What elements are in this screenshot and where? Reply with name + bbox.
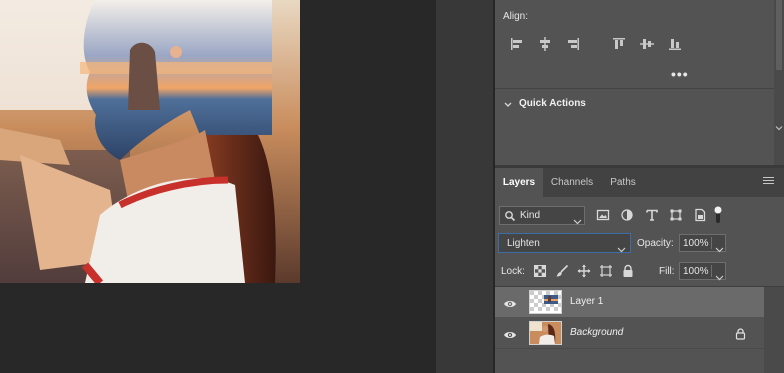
filter-toggle-switch[interactable] bbox=[714, 206, 722, 223]
shape-filter-icon[interactable] bbox=[669, 208, 683, 222]
filter-kind-value: Kind bbox=[520, 210, 541, 221]
align-top-edges-icon[interactable] bbox=[611, 36, 627, 52]
tab-layers[interactable]: Layers bbox=[495, 168, 543, 197]
blend-mode-dropdown[interactable]: Lighten bbox=[498, 233, 631, 253]
lock-icon[interactable] bbox=[735, 327, 746, 345]
opacity-value[interactable]: 100% bbox=[683, 238, 709, 249]
adjustment-filter-icon[interactable] bbox=[620, 208, 634, 222]
opacity-label[interactable]: Opacity: bbox=[637, 238, 674, 249]
fill-value[interactable]: 100% bbox=[683, 266, 709, 277]
lock-position-icon[interactable] bbox=[577, 264, 591, 278]
prevent-auto-nesting-icon[interactable] bbox=[599, 264, 613, 278]
right-panel: Align: ••• Quick Actions Layers Channels… bbox=[495, 0, 784, 373]
align-label: Align: bbox=[503, 11, 529, 22]
lock-label: Lock: bbox=[501, 266, 525, 277]
layer-row-divider bbox=[495, 348, 764, 349]
fill-label[interactable]: Fill: bbox=[659, 266, 675, 277]
more-options-button[interactable]: ••• bbox=[671, 66, 689, 82]
layer-row-background[interactable]: Background bbox=[495, 318, 764, 348]
smart-object-filter-icon[interactable] bbox=[693, 208, 707, 222]
chevron-down-icon[interactable] bbox=[715, 268, 724, 286]
pixel-filter-icon[interactable] bbox=[596, 208, 610, 222]
search-icon bbox=[504, 209, 516, 227]
type-filter-icon[interactable] bbox=[645, 208, 659, 222]
lock-transparent-pixels-icon[interactable] bbox=[533, 264, 547, 278]
layer-thumbnail[interactable] bbox=[529, 321, 562, 345]
eye-icon[interactable] bbox=[503, 296, 517, 314]
properties-scrollbar[interactable] bbox=[774, 0, 784, 165]
canvas-area[interactable] bbox=[0, 0, 436, 373]
double-exposure-photo bbox=[0, 0, 300, 283]
align-left-edges-icon[interactable] bbox=[509, 36, 525, 52]
section-divider bbox=[495, 88, 774, 89]
chevron-down-icon bbox=[617, 240, 626, 258]
tab-channels[interactable]: Channels bbox=[543, 168, 601, 197]
chevron-down-icon bbox=[573, 212, 582, 230]
layers-scrollbar[interactable] bbox=[764, 287, 784, 373]
properties-panel: Align: ••• Quick Actions bbox=[495, 0, 774, 165]
lock-all-icon[interactable] bbox=[621, 264, 635, 278]
scrollbar-thumb[interactable] bbox=[776, 0, 782, 70]
chevron-down-icon[interactable] bbox=[715, 240, 724, 258]
eye-icon[interactable] bbox=[503, 327, 517, 345]
quick-actions-header[interactable]: Quick Actions bbox=[519, 98, 586, 109]
align-vertical-centers-icon[interactable] bbox=[639, 36, 655, 52]
filter-kind-dropdown[interactable]: Kind bbox=[499, 206, 585, 225]
lock-image-pixels-icon[interactable] bbox=[555, 264, 569, 278]
document-canvas-image[interactable] bbox=[0, 0, 300, 283]
field-separator bbox=[711, 237, 712, 249]
chevron-down-icon[interactable] bbox=[503, 97, 513, 115]
layers-tabs-bar: Layers Channels Paths bbox=[495, 168, 784, 197]
layer-name[interactable]: Background bbox=[570, 327, 623, 338]
layer-row-layer-1[interactable]: Layer 1 bbox=[495, 287, 764, 317]
fill-field[interactable]: 100% bbox=[679, 262, 726, 281]
tab-paths[interactable]: Paths bbox=[601, 168, 645, 197]
field-separator bbox=[711, 265, 712, 277]
align-right-edges-icon[interactable] bbox=[565, 36, 581, 52]
canvas-scroll-strip bbox=[436, 0, 495, 373]
opacity-field[interactable]: 100% bbox=[679, 234, 726, 253]
layer-thumbnail[interactable] bbox=[529, 290, 562, 314]
blend-mode-value: Lighten bbox=[507, 238, 540, 249]
align-horizontal-centers-icon[interactable] bbox=[537, 36, 553, 52]
scroll-down-arrow-icon[interactable] bbox=[775, 124, 783, 134]
layer-name[interactable]: Layer 1 bbox=[570, 296, 603, 307]
align-bottom-edges-icon[interactable] bbox=[667, 36, 683, 52]
panel-menu-icon[interactable] bbox=[763, 177, 774, 186]
